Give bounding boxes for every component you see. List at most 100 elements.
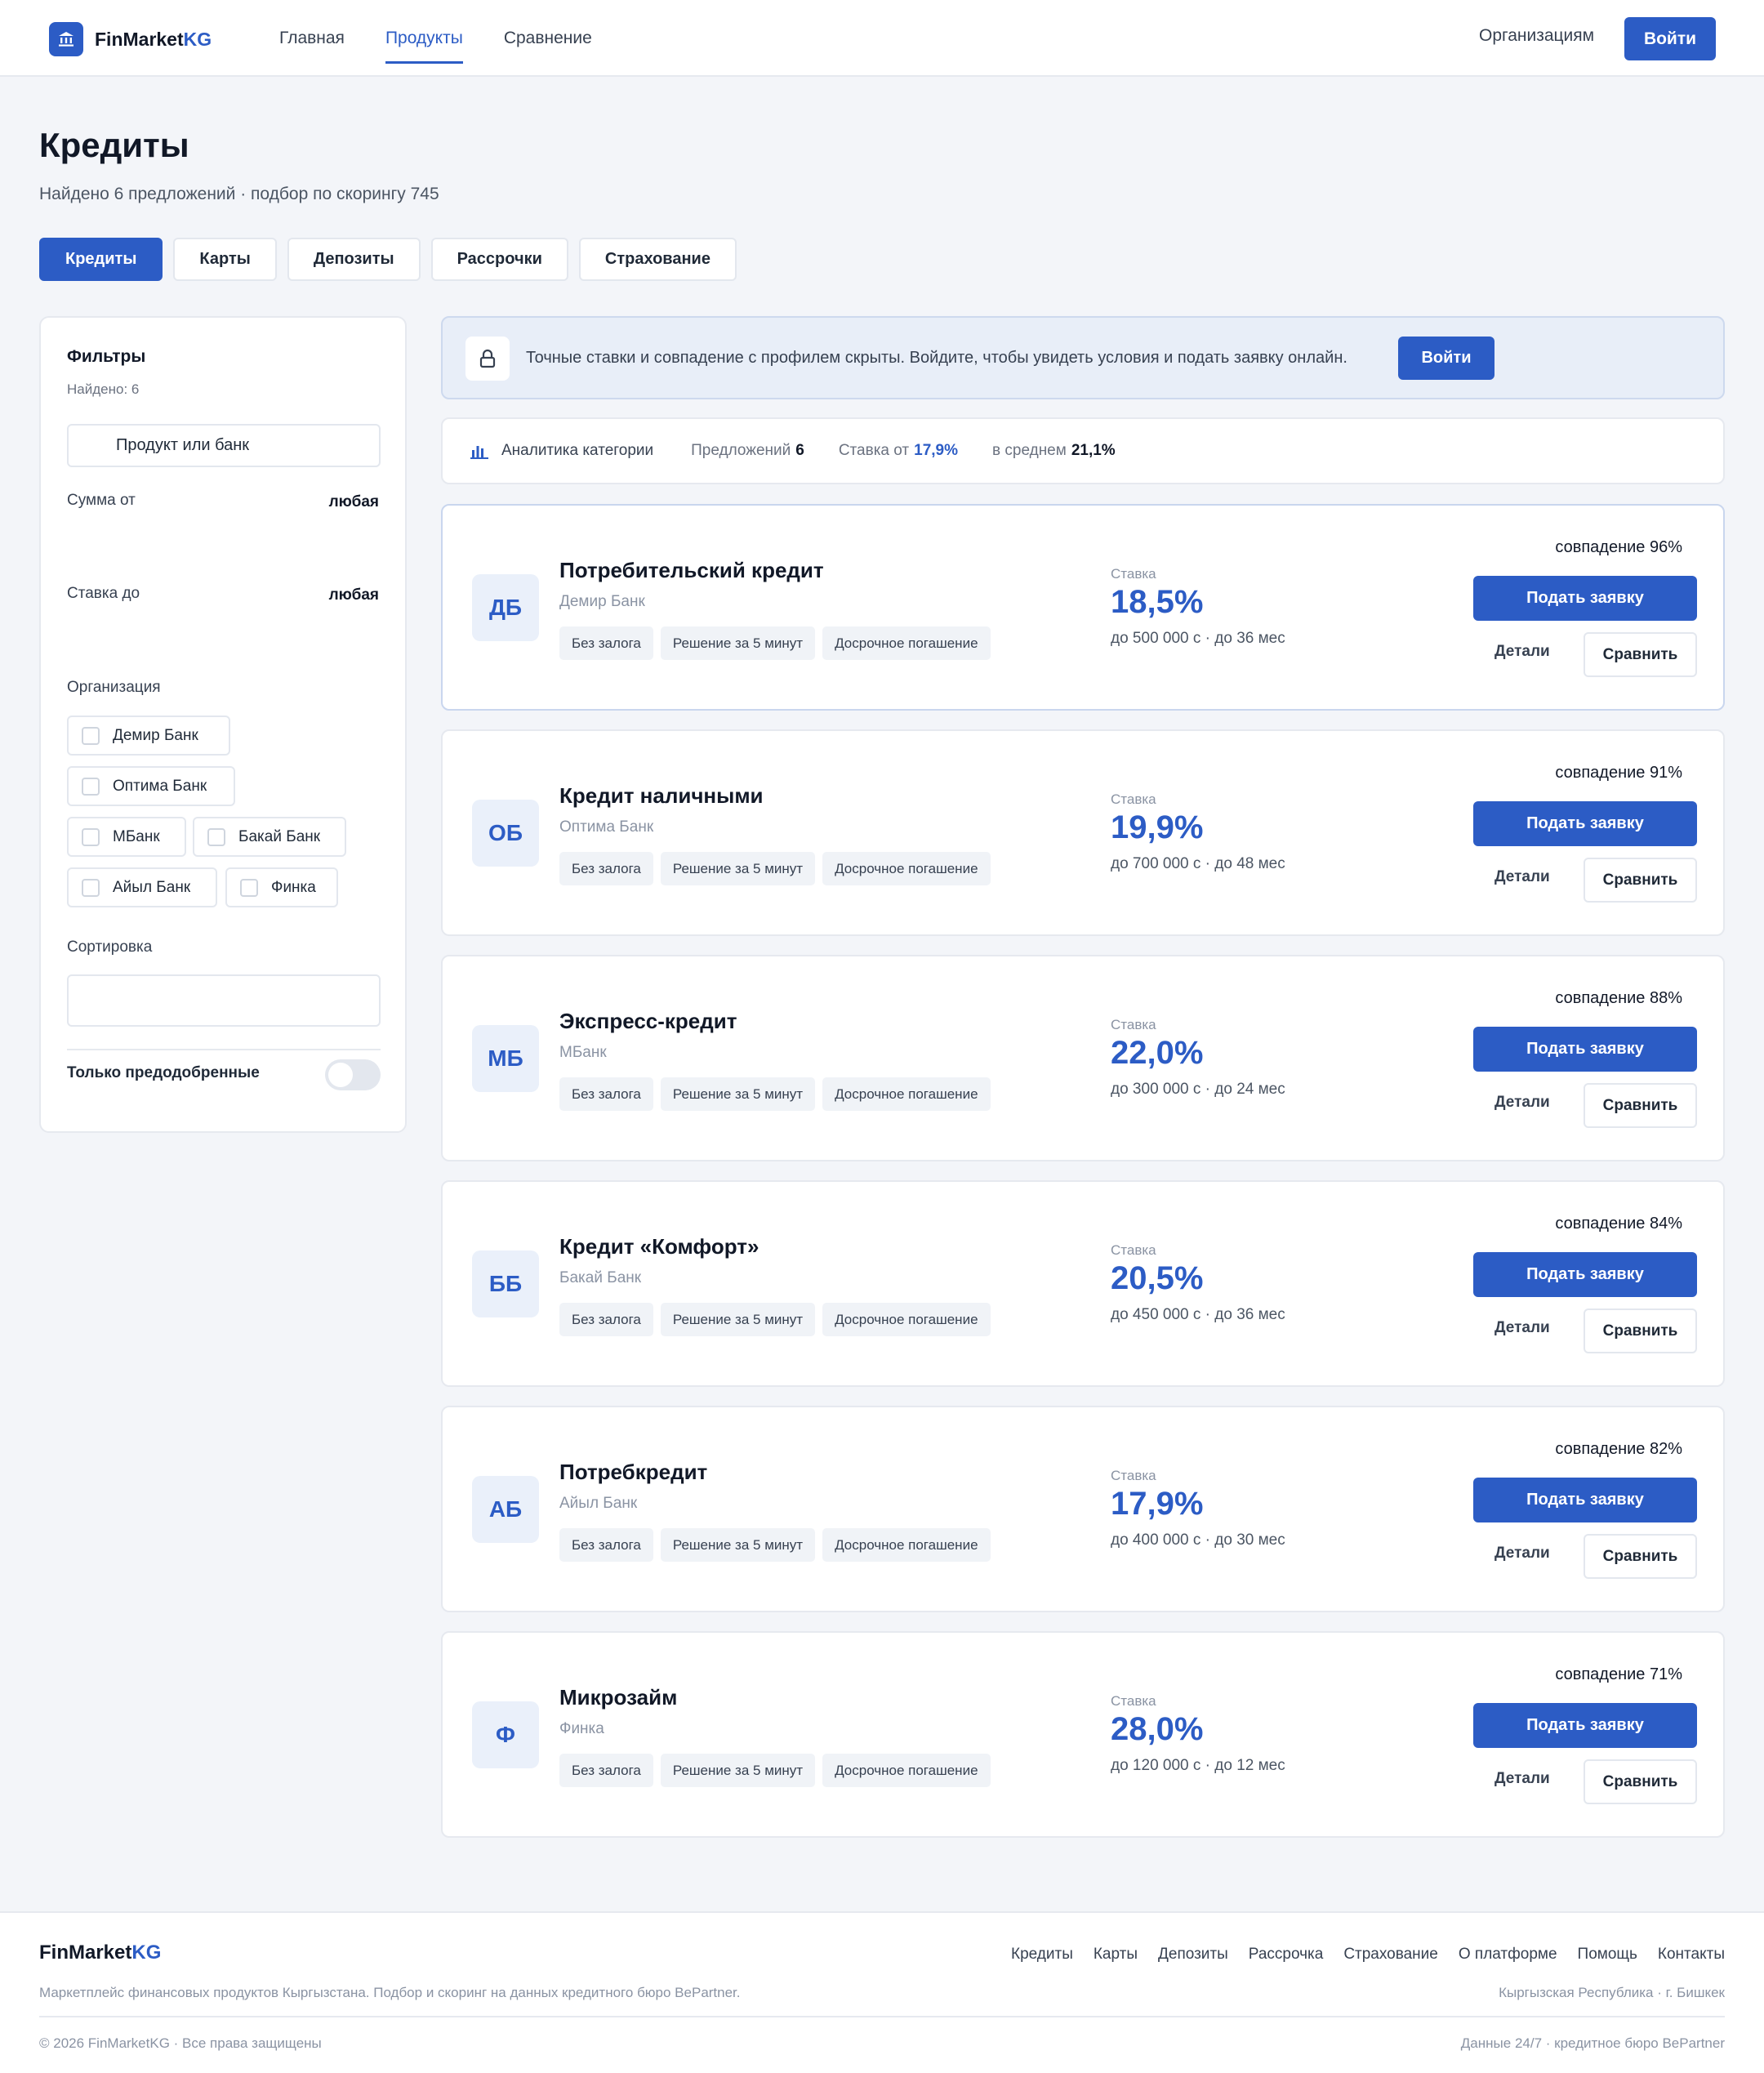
- lock-icon: [466, 337, 510, 381]
- rate-label: Ставка: [1111, 1017, 1156, 1032]
- amount-value[interactable]: любая: [329, 493, 379, 511]
- match-score: совпадение 91%: [1555, 764, 1682, 782]
- product-card[interactable]: ДБ Потребительский кредит Демир Банк Без за…: [441, 504, 1725, 711]
- org-checkbox-label: Финка: [271, 878, 316, 896]
- footer-link-contacts[interactable]: Контакты: [1658, 1946, 1725, 1964]
- nav-home[interactable]: Главная: [279, 0, 345, 77]
- footer-link-cards[interactable]: Карты: [1094, 1946, 1138, 1964]
- product-tags: Без залога Решение за 5 минут Досрочное по…: [559, 626, 998, 660]
- product-name[interactable]: Кредит наличными: [559, 783, 764, 809]
- banner-login-button[interactable]: Войти: [1398, 337, 1494, 380]
- footer-link-credits[interactable]: Кредиты: [1011, 1946, 1073, 1964]
- nav-compare[interactable]: Сравнение: [504, 0, 592, 77]
- details-link[interactable]: Детали: [1494, 1319, 1550, 1337]
- compare-button[interactable]: Сравнить: [1584, 1759, 1697, 1804]
- footer-link-insurance[interactable]: Страхование: [1343, 1946, 1438, 1964]
- product-tag: Досрочное погашение: [822, 1528, 991, 1562]
- footer-link-help[interactable]: Помощь: [1578, 1946, 1637, 1964]
- bank-name: Финка: [559, 1720, 604, 1737]
- bank-avatar: ДБ: [472, 574, 539, 641]
- product-card[interactable]: ББ Кредит «Комфорт» Бакай Банк Без залога Ре…: [441, 1180, 1725, 1387]
- product-name[interactable]: Кредит «Комфорт»: [559, 1234, 759, 1259]
- apply-button[interactable]: Подать заявку: [1473, 576, 1697, 621]
- product-card[interactable]: АБ Потребкредит Айыл Банк Без залога Решение…: [441, 1406, 1725, 1612]
- product-tag: Без залога: [559, 1077, 653, 1111]
- rate-label: Ставка: [1111, 1242, 1156, 1258]
- apply-button[interactable]: Подать заявку: [1473, 1703, 1697, 1748]
- tab-deposits[interactable]: Депозиты: [287, 238, 421, 281]
- org-checkbox-aiyl[interactable]: Айыл Банк: [67, 867, 217, 907]
- product-tag: Решение за 5 минут: [660, 1303, 816, 1336]
- loan-terms: до 120 000 с · до 12 мес: [1111, 1757, 1285, 1774]
- sort-select[interactable]: [67, 974, 381, 1027]
- product-tag: Без залога: [559, 626, 653, 660]
- tab-credits[interactable]: Кредиты: [39, 238, 163, 281]
- preapproved-toggle[interactable]: [325, 1059, 381, 1090]
- organizations-link[interactable]: Организациям: [1479, 26, 1594, 46]
- rate-value[interactable]: любая: [329, 586, 379, 604]
- footer-copyright: © 2026 FinMarketKG · Все права защищены: [39, 2035, 322, 2051]
- details-link[interactable]: Детали: [1494, 868, 1550, 886]
- filters-divider: [67, 1049, 381, 1050]
- bank-avatar: АБ: [472, 1476, 539, 1543]
- product-tags: Без залога Решение за 5 минут Досрочное по…: [559, 1077, 998, 1111]
- analytics-title: Аналитика категории: [501, 442, 654, 459]
- organization-label: Организация: [67, 679, 161, 696]
- nav-products[interactable]: Продукты: [385, 0, 463, 77]
- footer-link-deposits[interactable]: Депозиты: [1158, 1946, 1228, 1964]
- bank-name: Оптима Банк: [559, 818, 654, 836]
- apply-button[interactable]: Подать заявку: [1473, 1478, 1697, 1522]
- tab-insurance[interactable]: Страхование: [578, 238, 737, 281]
- search-input[interactable]: Продукт или банк: [67, 424, 381, 467]
- product-tag: Досрочное погашение: [822, 1754, 991, 1787]
- product-tag: Без залога: [559, 1303, 653, 1336]
- product-name[interactable]: Микрозайм: [559, 1685, 677, 1710]
- bank-name: Айыл Банк: [559, 1495, 638, 1512]
- product-name[interactable]: Потребительский кредит: [559, 558, 824, 583]
- details-link[interactable]: Детали: [1494, 1770, 1550, 1788]
- apply-button[interactable]: Подать заявку: [1473, 1252, 1697, 1297]
- tab-installments[interactable]: Рассрочки: [430, 238, 568, 281]
- bank-avatar: ОБ: [472, 800, 539, 867]
- product-card[interactable]: ОБ Кредит наличными Оптима Банк Без залога Р…: [441, 729, 1725, 936]
- match-score: совпадение 71%: [1555, 1665, 1682, 1683]
- org-checkbox-mbank[interactable]: МБанк: [67, 817, 186, 857]
- tab-cards[interactable]: Карты: [173, 238, 277, 281]
- product-card[interactable]: Ф Микрозайм Финка Без залога Решение за 5 ми…: [441, 1631, 1725, 1838]
- apply-button[interactable]: Подать заявку: [1473, 1027, 1697, 1072]
- bank-name: МБанк: [559, 1044, 607, 1061]
- loan-terms: до 450 000 с · до 36 мес: [1111, 1306, 1285, 1323]
- compare-button[interactable]: Сравнить: [1584, 1083, 1697, 1128]
- product-card[interactable]: МБ Экспресс-кредит МБанк Без залога Решение …: [441, 955, 1725, 1161]
- details-link[interactable]: Детали: [1494, 643, 1550, 661]
- login-button[interactable]: Войти: [1624, 17, 1716, 60]
- bank-name: Демир Банк: [559, 593, 645, 610]
- product-name[interactable]: Экспресс-кредит: [559, 1009, 737, 1034]
- footer-note: Данные 24/7 · кредитное бюро BePartner: [1460, 2035, 1725, 2051]
- apply-button[interactable]: Подать заявку: [1473, 801, 1697, 846]
- brand-logo[interactable]: FinMarketKG: [49, 22, 212, 56]
- footer-brand[interactable]: FinMarketKG: [39, 1941, 161, 1964]
- footer-link-installments[interactable]: Рассрочка: [1249, 1946, 1324, 1964]
- compare-button[interactable]: Сравнить: [1584, 632, 1697, 677]
- category-tabs: Кредиты Карты Депозиты Рассрочки Страхов…: [39, 238, 747, 281]
- details-link[interactable]: Детали: [1494, 1094, 1550, 1112]
- banner-message: Точные ставки и совпадение с профилем ск…: [526, 349, 1348, 367]
- compare-button[interactable]: Сравнить: [1584, 858, 1697, 903]
- loan-terms: до 300 000 с · до 24 мес: [1111, 1081, 1285, 1098]
- footer-link-about[interactable]: О платформе: [1459, 1946, 1557, 1964]
- org-checkbox-demir[interactable]: Демир Банк: [67, 716, 230, 756]
- org-checkbox-label: Оптима Банк: [113, 777, 207, 795]
- product-name[interactable]: Потребкредит: [559, 1460, 707, 1485]
- footer-region: Кыргызская Республика · г. Бишкек: [1499, 1985, 1725, 2000]
- org-checkbox-optima[interactable]: Оптима Банк: [67, 766, 235, 806]
- details-link[interactable]: Детали: [1494, 1545, 1550, 1563]
- org-checkbox-finca[interactable]: Финка: [225, 867, 338, 907]
- org-checkbox-bakai[interactable]: Бакай Банк: [193, 817, 346, 857]
- product-tag: Без залога: [559, 1754, 653, 1787]
- org-checkbox-label: Демир Банк: [113, 726, 198, 744]
- bank-icon: [49, 22, 83, 56]
- compare-button[interactable]: Сравнить: [1584, 1534, 1697, 1579]
- compare-button[interactable]: Сравнить: [1584, 1308, 1697, 1353]
- rate-value: 20,5%: [1111, 1260, 1204, 1296]
